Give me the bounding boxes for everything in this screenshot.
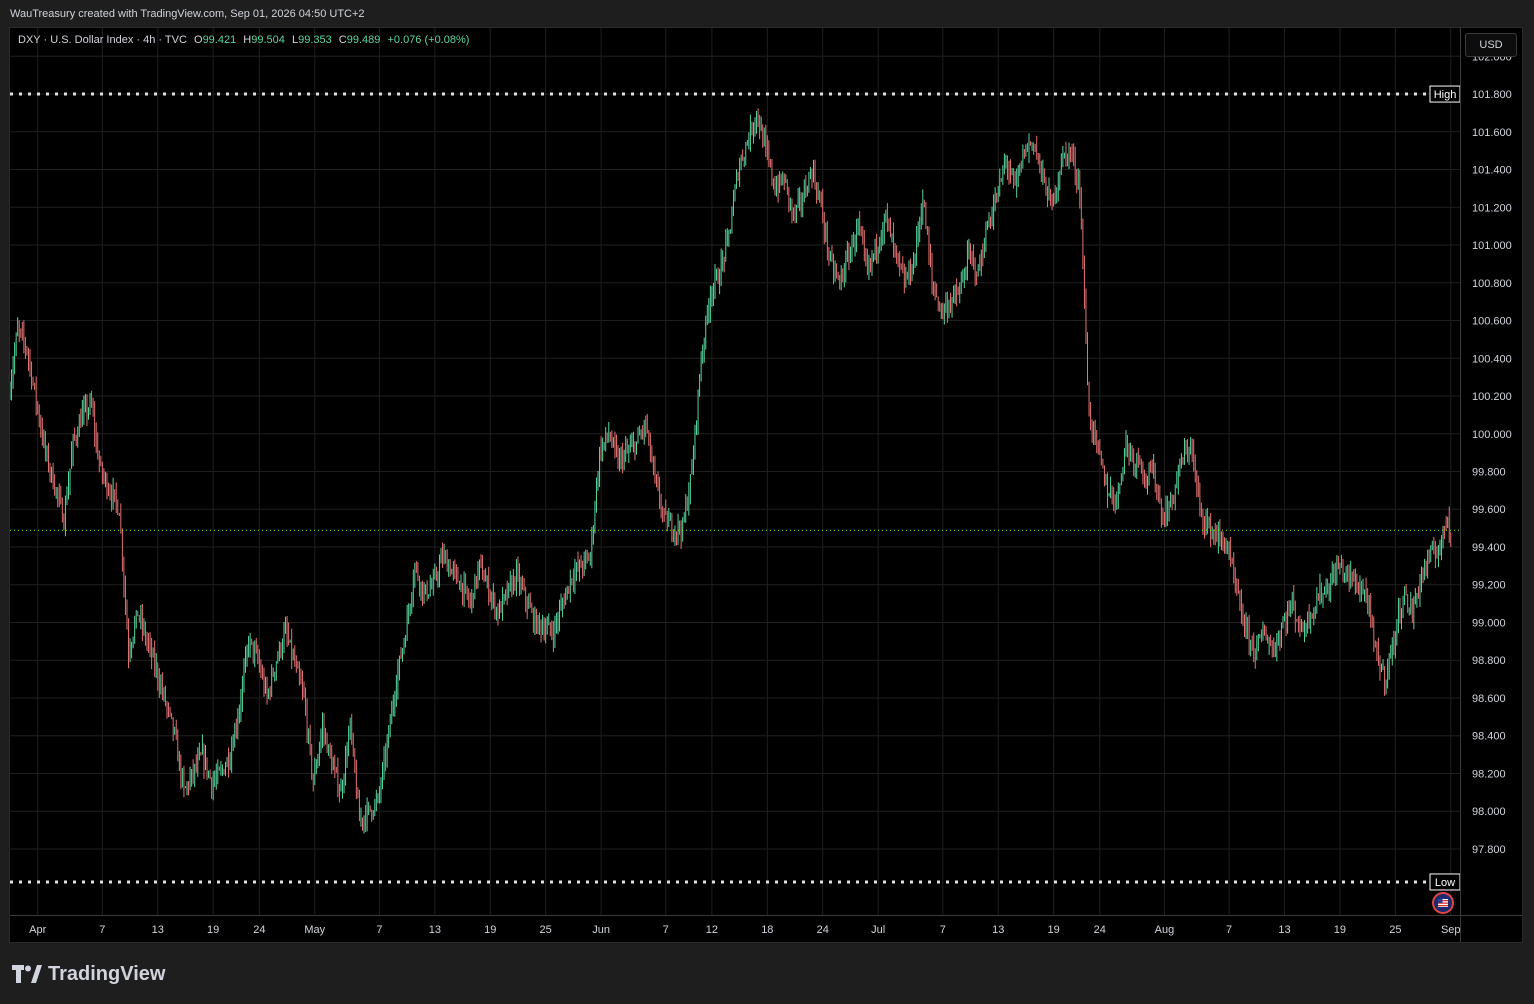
time-tick-label: May bbox=[304, 924, 325, 936]
time-tick-label: 19 bbox=[484, 924, 496, 936]
time-tick-label: Jul bbox=[871, 924, 885, 936]
time-tick-label: 19 bbox=[1048, 924, 1060, 936]
price-tick-label: 98.600 bbox=[1472, 693, 1506, 705]
time-tick-label: Apr bbox=[29, 924, 46, 936]
time-tick-label: 25 bbox=[1389, 924, 1401, 936]
time-tick-label: 7 bbox=[99, 924, 105, 936]
price-tick-label: 100.200 bbox=[1472, 391, 1512, 403]
brand-name: TradingView bbox=[48, 962, 166, 985]
low-line-tag-label: Low bbox=[1435, 877, 1455, 889]
time-tick-label: 13 bbox=[429, 924, 441, 936]
close-value: 99.489 bbox=[346, 34, 381, 46]
close-label: C bbox=[338, 34, 347, 46]
price-tick-label: 100.600 bbox=[1472, 316, 1512, 328]
attribution-bar: WauTreasury created with TradingView.com… bbox=[0, 0, 1534, 28]
price-tick-label: 98.200 bbox=[1472, 768, 1506, 780]
symbol-legend: DXY · U.S. Dollar Index · 4h · TVC O99.4… bbox=[18, 34, 469, 46]
price-chart[interactable]: High101.800Low97.62599.48909:46 102.0001… bbox=[10, 28, 1522, 942]
time-tick-label: 13 bbox=[992, 924, 1004, 936]
price-tick-label: 99.000 bbox=[1472, 617, 1506, 629]
reference-lines: High101.800Low97.62599.48909:46 bbox=[10, 85, 1519, 891]
time-tick-label: 19 bbox=[1334, 924, 1346, 936]
us-flag-icon[interactable] bbox=[1432, 892, 1454, 914]
candlestick-series bbox=[10, 108, 1452, 834]
open-label: O bbox=[194, 34, 203, 46]
price-tick-label: 98.800 bbox=[1472, 655, 1506, 667]
axes: 102.000101.800101.600101.400101.200101.0… bbox=[10, 28, 1522, 942]
time-tick-label: 25 bbox=[540, 924, 552, 936]
price-tick-label: 98.400 bbox=[1472, 731, 1506, 743]
time-tick-label: Sep bbox=[1441, 924, 1461, 936]
attribution-text: WauTreasury created with TradingView.com… bbox=[10, 8, 365, 20]
price-tick-label: 99.200 bbox=[1472, 580, 1506, 592]
price-tick-label: 101.600 bbox=[1472, 127, 1512, 139]
time-tick-label: 7 bbox=[1226, 924, 1232, 936]
open-value: 99.421 bbox=[202, 34, 237, 46]
symbol-label[interactable]: DXY · U.S. Dollar Index · 4h · TVC bbox=[18, 34, 187, 46]
time-tick-label: 24 bbox=[1094, 924, 1106, 936]
price-tick-label: 101.000 bbox=[1472, 240, 1512, 252]
price-tick-label: 99.600 bbox=[1472, 504, 1506, 516]
time-tick-label: 24 bbox=[253, 924, 265, 936]
low-value: 99.353 bbox=[298, 34, 332, 46]
time-tick-label: 18 bbox=[761, 924, 773, 936]
grid bbox=[10, 28, 1460, 915]
price-tick-label: 101.800 bbox=[1472, 89, 1512, 101]
time-tick-label: 13 bbox=[1278, 924, 1290, 936]
time-tick-label: 7 bbox=[940, 924, 946, 936]
tradingview-logo-icon bbox=[12, 965, 42, 983]
time-tick-label: 7 bbox=[663, 924, 669, 936]
high-value: 99.504 bbox=[251, 34, 285, 46]
time-tick-label: Jun bbox=[592, 924, 610, 936]
price-tick-label: 100.000 bbox=[1472, 429, 1512, 441]
time-tick-label: 13 bbox=[152, 924, 164, 936]
price-tick-label: 101.200 bbox=[1472, 202, 1512, 214]
price-tick-label: 99.800 bbox=[1472, 467, 1506, 479]
time-tick-label: 24 bbox=[817, 924, 829, 936]
time-tick-label: 19 bbox=[207, 924, 219, 936]
price-tick-label: 100.800 bbox=[1472, 278, 1512, 290]
price-tick-label: 98.000 bbox=[1472, 806, 1506, 818]
chart-panel[interactable]: High101.800Low97.62599.48909:46 102.0001… bbox=[9, 27, 1523, 943]
price-tick-label: 100.400 bbox=[1472, 353, 1512, 365]
time-tick-label: 12 bbox=[706, 924, 718, 936]
price-tick-label: 99.400 bbox=[1472, 542, 1506, 554]
tradingview-logo[interactable]: TradingView bbox=[12, 961, 165, 987]
currency-button[interactable]: USD bbox=[1465, 33, 1517, 57]
time-tick-label: Aug bbox=[1155, 924, 1175, 936]
price-tick-label: 101.400 bbox=[1472, 165, 1512, 177]
change-value: +0.076 (+0.08%) bbox=[387, 34, 470, 46]
price-tick-label: 97.800 bbox=[1472, 844, 1506, 856]
time-tick-label: 7 bbox=[376, 924, 382, 936]
high-line-tag-label: High bbox=[1434, 89, 1457, 101]
